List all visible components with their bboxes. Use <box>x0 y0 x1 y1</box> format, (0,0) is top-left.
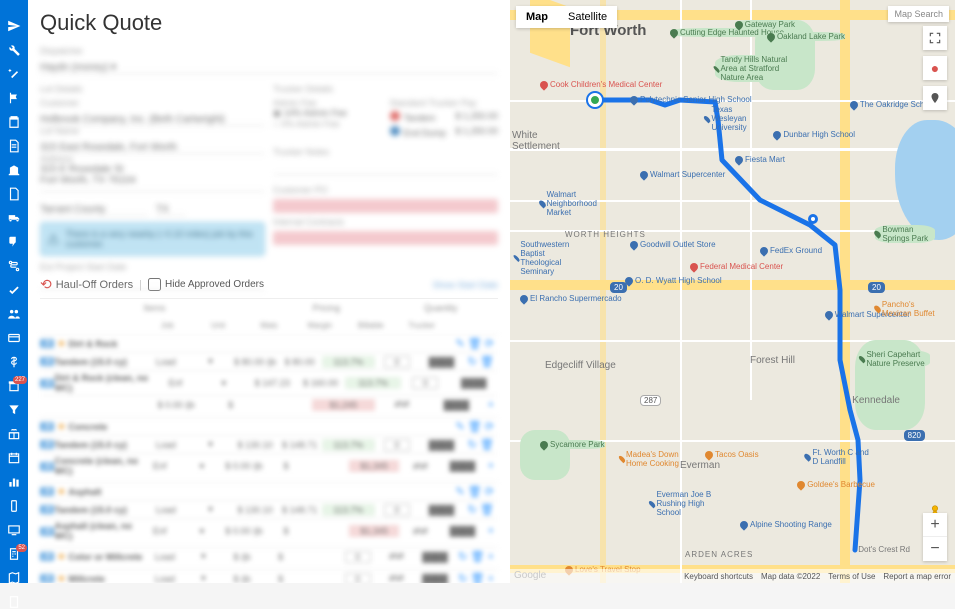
archive-badge: 227 <box>13 376 27 384</box>
poi-rancho: El Rancho Supermercado <box>520 294 622 303</box>
page-icon[interactable] <box>7 595 21 609</box>
poi-goodwill: Goodwill Outlet Store <box>630 240 716 249</box>
footer-report[interactable]: Report a map error <box>883 572 951 581</box>
map-footer: Keyboard shortcuts Map data ©2022 Terms … <box>510 569 955 583</box>
calc-icon[interactable]: 52 <box>7 547 21 561</box>
poi-fiesta: Fiesta Mart <box>735 155 785 164</box>
route-icon[interactable] <box>7 259 21 273</box>
wrench-icon[interactable] <box>7 43 21 57</box>
haul-off-table: Items Pricing Quantity JobUnitMatsMargin… <box>40 299 498 583</box>
footer-shortcuts[interactable]: Keyboard shortcuts <box>684 572 753 581</box>
page-title: Quick Quote <box>40 10 498 36</box>
map-search-box[interactable]: Map Search <box>888 6 949 22</box>
footer-terms[interactable]: Terms of Use <box>828 572 875 581</box>
send-icon[interactable] <box>7 19 21 33</box>
zoom-out-button[interactable]: − <box>923 537 947 561</box>
document-icon[interactable] <box>7 139 21 153</box>
poi-fedmed: Federal Medical Center <box>690 262 783 271</box>
phone-icon[interactable] <box>7 499 21 513</box>
flag-icon[interactable] <box>7 91 21 105</box>
poi-gateway: Gateway Park <box>735 20 795 29</box>
fullscreen-button[interactable] <box>923 26 947 50</box>
poi-walmart-nh: Walmart Neighborhood Market <box>540 190 610 217</box>
map-type-control: Map Satellite <box>516 6 617 28</box>
file-icon[interactable] <box>7 187 21 201</box>
archive-icon[interactable]: 227 <box>7 379 21 393</box>
users-icon[interactable] <box>7 307 21 321</box>
footer-data: Map data ©2022 <box>761 572 820 581</box>
label-worth-heights: WORTH HEIGHTS <box>565 230 646 239</box>
route-origin-marker <box>588 93 602 107</box>
town-kennedale: Kennedale <box>852 395 900 406</box>
poi-landfill: Ft. Worth C and D Landfill <box>805 448 875 466</box>
poi-wyatt: O. D. Wyatt High School <box>625 276 722 285</box>
card-icon[interactable] <box>7 331 21 345</box>
clipboard-icon[interactable] <box>7 115 21 129</box>
poi-texwes: Texas Wesleyan University <box>705 105 765 132</box>
marker-button[interactable] <box>923 86 947 110</box>
poi-joebs: Everman Joe B Rushing High School <box>650 490 730 517</box>
poi-bowman: Bowman Springs Park <box>875 225 935 243</box>
poi-walmart1: Walmart Supercenter <box>640 170 725 179</box>
poi-alpine: Alpine Shooting Range <box>740 520 832 529</box>
wand-icon[interactable] <box>7 67 21 81</box>
dollar-icon[interactable] <box>7 355 21 369</box>
label-white: White Settlement <box>512 130 552 152</box>
map-panel[interactable]: Fort Worth 20 20 287 820 Cook Children's… <box>510 0 955 583</box>
main-sidebar: 227 52 <box>0 0 28 583</box>
poi-dunbar: Dunbar High School <box>773 130 855 139</box>
poi-fedex: FedEx Ground <box>760 246 822 255</box>
poi-polytech: Polytechnic Senior High School <box>630 95 752 104</box>
gift-icon[interactable] <box>7 427 21 441</box>
zoom-in-button[interactable]: + <box>923 513 947 537</box>
poi-sbts: Southwestern Baptist Theological Seminar… <box>515 240 585 276</box>
map-type-map-button[interactable]: Map <box>516 6 558 28</box>
dislike-icon[interactable] <box>7 235 21 249</box>
shield-287: 287 <box>640 395 661 406</box>
label-forest-hill: Forest Hill <box>750 355 795 366</box>
chart-icon[interactable] <box>7 475 21 489</box>
tv-icon[interactable] <box>7 523 21 537</box>
building-icon[interactable] <box>7 163 21 177</box>
truck-icon[interactable] <box>7 211 21 225</box>
calendar-icon[interactable] <box>7 451 21 465</box>
poi-sycamore: Sycamore Park <box>540 440 605 449</box>
quote-panel: Quick Quote Dispatcher Haydn (money) ▾ L… <box>28 0 510 583</box>
poi-madea: Madea's Down Home Cooking <box>620 450 680 468</box>
poi-cook: Cook Children's Medical Center <box>540 80 662 89</box>
quote-form-blurred: Dispatcher Haydn (money) ▾ Lot Details C… <box>40 46 498 271</box>
shield-820: 820 <box>904 430 925 441</box>
town-edgecliff: Edgecliff Village <box>545 360 616 371</box>
poi-panchos: Pancho's Mexican Buffet <box>875 300 935 318</box>
poi-sheri: Sheri Capehart Nature Preserve <box>860 350 930 368</box>
poi-tandy: Tandy Hills Natural Area at Stratford Na… <box>715 55 795 82</box>
poi-tacos: Tacos Oasis <box>705 450 759 459</box>
town-everman: Everman <box>680 460 720 471</box>
poi-oakland: Oakland Lake Park <box>767 32 845 41</box>
zoom-control: + − <box>923 513 947 561</box>
label-arden: ARDEN ACRES <box>685 550 753 559</box>
filter-icon[interactable] <box>7 403 21 417</box>
calc-badge: 52 <box>16 544 27 552</box>
check-icon[interactable] <box>7 283 21 297</box>
route-waypoint-marker <box>808 214 818 224</box>
info-button[interactable]: ● <box>923 56 947 80</box>
poi-goldees: Goldee's Barbecue <box>797 480 875 489</box>
label-crest: Dot's Crest Rd <box>858 545 910 554</box>
show-start-date-link[interactable]: Show Start Date <box>432 280 498 290</box>
shield-i20-b: 20 <box>868 282 885 293</box>
map-type-satellite-button[interactable]: Satellite <box>558 6 617 28</box>
